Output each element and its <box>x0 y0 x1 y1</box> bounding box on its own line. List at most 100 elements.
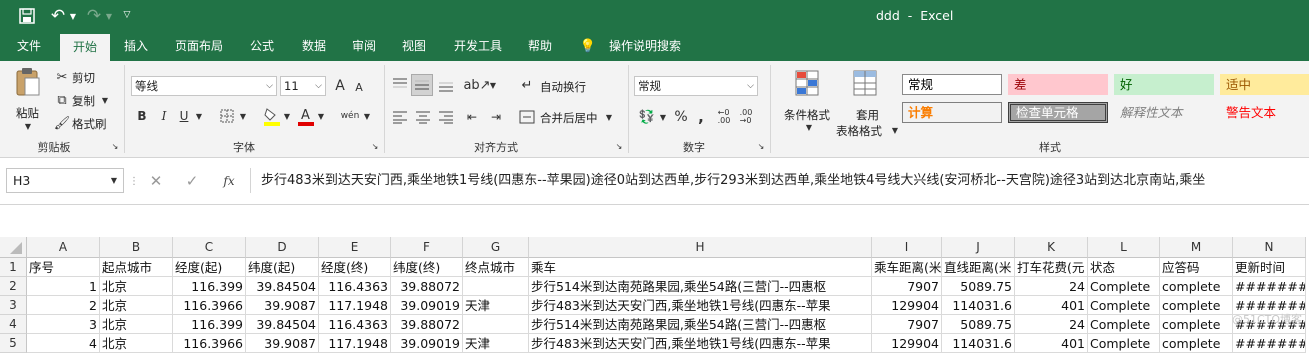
cell-d1[interactable]: 纬度(起) <box>246 258 319 277</box>
style-explanatory[interactable]: 解释性文本 <box>1114 102 1214 123</box>
align-bottom-icon[interactable] <box>436 75 456 95</box>
cell-l3[interactable]: Complete <box>1088 296 1160 315</box>
redo-icon[interactable]: ↷ <box>84 6 104 26</box>
cell-c5[interactable]: 116.3966 <box>173 334 246 353</box>
paste-button[interactable]: 粘贴 ▼ <box>8 65 48 133</box>
cell-m5[interactable]: complete <box>1160 334 1233 353</box>
column-header-e[interactable]: E <box>319 237 391 258</box>
cell-n1[interactable]: 更新时间 <box>1233 258 1306 277</box>
cell-a4[interactable]: 3 <box>27 315 100 334</box>
cell-f2[interactable]: 39.88072 <box>391 277 463 296</box>
copy-button[interactable]: 复制 <box>72 93 95 109</box>
row-header[interactable]: 3 <box>0 296 27 315</box>
enter-icon[interactable]: ✓ <box>182 171 202 191</box>
align-top-icon[interactable] <box>390 75 410 95</box>
column-header-m[interactable]: M <box>1160 237 1233 258</box>
column-header-l[interactable]: L <box>1088 237 1160 258</box>
undo-icon[interactable]: ↶ <box>48 6 68 26</box>
cell-a5[interactable]: 4 <box>27 334 100 353</box>
select-all-corner[interactable] <box>0 237 27 258</box>
column-header-b[interactable]: B <box>100 237 173 258</box>
cell-c4[interactable]: 116.399 <box>173 315 246 334</box>
tab-review[interactable]: 审阅 <box>342 31 386 61</box>
insert-function-icon[interactable]: fx <box>218 171 240 191</box>
column-header-k[interactable]: K <box>1015 237 1088 258</box>
column-header-n[interactable]: N <box>1233 237 1306 258</box>
style-bad[interactable]: 差 <box>1008 74 1108 95</box>
worksheet-grid[interactable]: ABCDEFGHIJKLMN 12345 序号 起点城市 经度(起) 纬度(起) 经度(… <box>0 205 1309 353</box>
cell-f4[interactable]: 39.88072 <box>391 315 463 334</box>
tab-data[interactable]: 数据 <box>292 31 336 61</box>
font-color-icon[interactable]: A <box>296 105 316 127</box>
tab-developer[interactable]: 开发工具 <box>448 31 508 61</box>
cell-e5[interactable]: 117.1948 <box>319 334 391 353</box>
cell-k1[interactable]: 打车花费(元 <box>1015 258 1088 277</box>
merge-dropdown-icon[interactable]: ▼ <box>604 111 614 123</box>
chevron-down-icon[interactable]: ▼ <box>109 174 119 186</box>
font-name-select[interactable]: 等线 ⌵ <box>131 76 277 96</box>
clipboard-launcher-icon[interactable]: ↘ <box>110 141 120 151</box>
decrease-decimal-icon[interactable]: .00 →0 <box>736 107 756 127</box>
cell-a3[interactable]: 2 <box>27 296 100 315</box>
cell-c3[interactable]: 116.3966 <box>173 296 246 315</box>
fill-color-dropdown-icon[interactable]: ▼ <box>282 109 292 123</box>
cell-h2[interactable]: 步行514米到达南苑路果园,乘坐54路(三营门--四惠枢 <box>529 277 872 296</box>
cell-i4[interactable]: 7907 <box>872 315 942 334</box>
cell-l1[interactable]: 状态 <box>1088 258 1160 277</box>
increase-indent-icon[interactable]: ⇥ <box>486 107 506 127</box>
cell-i5[interactable]: 129904 <box>872 334 942 353</box>
font-launcher-icon[interactable]: ↘ <box>370 141 380 151</box>
tab-insert[interactable]: 插入 <box>114 31 158 61</box>
cell-j2[interactable]: 5089.75 <box>942 277 1015 296</box>
cell-j4[interactable]: 5089.75 <box>942 315 1015 334</box>
alignment-launcher-icon[interactable]: ↘ <box>614 141 624 151</box>
font-size-select[interactable]: 11 ⌵ <box>280 76 326 96</box>
name-box[interactable]: H3 ▼ <box>6 168 124 193</box>
bold-icon[interactable]: B <box>134 107 150 125</box>
cell-l5[interactable]: Complete <box>1088 334 1160 353</box>
cancel-icon[interactable]: ✕ <box>146 171 166 191</box>
tab-home[interactable]: 开始 <box>60 34 110 61</box>
cell-f3[interactable]: 39.09019 <box>391 296 463 315</box>
row-header[interactable]: 4 <box>0 315 27 334</box>
redo-dropdown-icon[interactable]: ▼ <box>104 8 114 24</box>
cell-e4[interactable]: 116.4363 <box>319 315 391 334</box>
save-icon[interactable] <box>18 7 36 25</box>
cell-e3[interactable]: 117.1948 <box>319 296 391 315</box>
column-header-c[interactable]: C <box>173 237 246 258</box>
column-header-g[interactable]: G <box>463 237 529 258</box>
tab-help[interactable]: 帮助 <box>520 31 560 61</box>
tab-view[interactable]: 视图 <box>392 31 436 61</box>
column-header-h[interactable]: H <box>529 237 872 258</box>
cell-h5[interactable]: 步行483米到达天安门西,乘坐地铁1号线(四惠东--苹果 <box>529 334 872 353</box>
underline-dropdown-icon[interactable]: ▼ <box>194 109 204 123</box>
customize-qat-icon[interactable]: ▽ <box>120 7 134 23</box>
cell-e2[interactable]: 116.4363 <box>319 277 391 296</box>
tab-file[interactable]: 文件 <box>8 31 50 61</box>
cell-m1[interactable]: 应答码 <box>1160 258 1233 277</box>
cell-j5[interactable]: 114031.6 <box>942 334 1015 353</box>
font-color-dropdown-icon[interactable]: ▼ <box>316 109 326 123</box>
grow-font-icon[interactable]: A <box>332 77 348 95</box>
cell-g2[interactable] <box>463 277 529 296</box>
percent-icon[interactable]: % <box>672 107 690 127</box>
cell-b2[interactable]: 北京 <box>100 277 173 296</box>
row-header[interactable]: 5 <box>0 334 27 353</box>
conditional-format-dropdown-icon[interactable]: ▼ <box>804 122 814 132</box>
column-header-f[interactable]: F <box>391 237 463 258</box>
tab-page-layout[interactable]: 页面布局 <box>168 31 230 61</box>
cell-j1[interactable]: 直线距离(米 <box>942 258 1015 277</box>
cell-k2[interactable]: 24 <box>1015 277 1088 296</box>
row-header[interactable]: 1 <box>0 258 27 277</box>
wrap-text-button[interactable]: 自动换行 <box>540 79 586 95</box>
cell-g1[interactable]: 终点城市 <box>463 258 529 277</box>
column-header-i[interactable]: I <box>872 237 942 258</box>
align-left-icon[interactable] <box>390 107 410 127</box>
paste-dropdown-icon[interactable]: ▼ <box>22 121 34 131</box>
conditional-format-button[interactable]: 条件格式 ▼ <box>780 67 838 133</box>
cell-m3[interactable]: complete <box>1160 296 1233 315</box>
cell-m2[interactable]: complete <box>1160 277 1233 296</box>
cell-e1[interactable]: 经度(终) <box>319 258 391 277</box>
column-header-j[interactable]: J <box>942 237 1015 258</box>
cell-d3[interactable]: 39.9087 <box>246 296 319 315</box>
